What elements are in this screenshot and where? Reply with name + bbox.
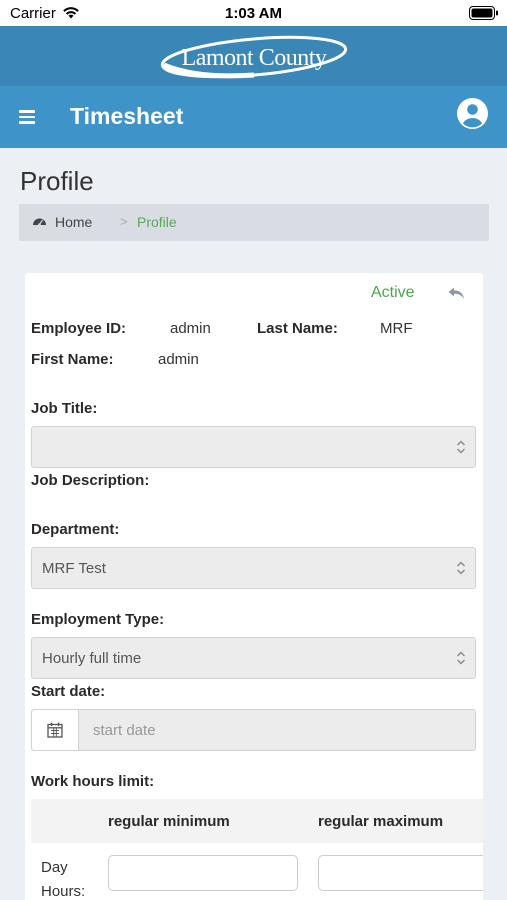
profile-card: Active Employee ID: admin Last Name: MRF… [25,273,483,900]
first-name-label: First Name: [31,351,114,368]
status-badge: Active [371,284,415,301]
day-hours-minimum-input[interactable] [108,855,298,891]
page-title: Profile [20,166,94,196]
select-arrows-icon [457,440,465,454]
employment-type-selected: Hourly full time [42,650,142,667]
employment-type-select[interactable]: Hourly full time [31,637,476,679]
breadcrumb-current: Profile [137,214,177,230]
select-arrows-icon [457,561,465,575]
back-reply-icon[interactable] [448,287,465,300]
dashboard-icon [33,218,46,226]
county-logo: Lamont County [158,35,350,79]
job-description-label: Job Description: [31,472,150,489]
start-date-label: Start date: [31,683,106,700]
work-hours-table-header: regular minimum regular maximum [31,799,483,843]
day-hours-label: Day Hours: [41,859,86,900]
last-name-label: Last Name: [257,320,338,337]
job-title-label: Job Title: [31,400,98,417]
menu-icon[interactable] [19,110,35,124]
work-hours-limit-label: Work hours limit: [31,773,155,790]
job-title-select[interactable] [31,426,476,468]
select-arrows-icon [457,651,465,665]
battery-icon [469,6,498,20]
day-hours-maximum-input[interactable] [318,855,483,891]
start-date-input[interactable] [80,710,475,750]
employee-id-value: admin [170,320,211,337]
breadcrumb: Home > Profile [19,204,489,241]
clock: 1:03 AM [225,5,282,22]
calendar-icon [47,722,63,738]
start-date-group [31,709,476,751]
regular-maximum-header: regular maximum [318,813,444,830]
breadcrumb-home[interactable]: Home [55,214,92,230]
logo-text: Lamont County [181,45,327,71]
breadcrumb-separator: > [120,214,128,229]
nav-bar: Timesheet [0,86,507,148]
department-selected: MRF Test [42,560,106,577]
status-bar: Carrier 1:03 AM [0,0,507,26]
regular-minimum-header: regular minimum [108,813,230,830]
last-name-value: MRF [380,320,413,337]
department-label: Department: [31,521,120,538]
employment-type-label: Employment Type: [31,611,165,628]
first-name-value: admin [158,351,199,368]
calendar-button[interactable] [32,710,79,750]
employee-id-label: Employee ID: [31,320,127,337]
user-account-icon[interactable] [457,98,488,129]
department-select[interactable]: MRF Test [31,547,476,589]
header-logo-band: Lamont County [0,26,507,86]
app-title: Timesheet [70,103,184,129]
